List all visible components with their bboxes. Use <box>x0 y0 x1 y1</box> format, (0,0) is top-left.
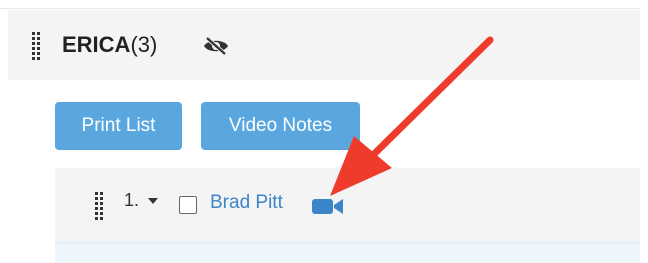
item-number: 1. <box>124 190 140 210</box>
item-checkbox[interactable] <box>179 196 197 214</box>
eye-slash-icon[interactable] <box>202 36 230 56</box>
video-notes-button[interactable]: Video Notes <box>201 102 360 150</box>
video-camera-icon[interactable] <box>311 195 345 217</box>
group-count: (3) <box>130 32 158 57</box>
group-name: ERICA <box>62 32 131 57</box>
list-item: 1. Brad Pitt <box>55 168 640 244</box>
drag-handle-icon[interactable] <box>95 192 103 220</box>
item-name-link[interactable]: Brad Pitt <box>210 192 283 214</box>
list-item-next <box>55 244 640 263</box>
top-divider <box>0 0 640 9</box>
drag-handle-icon[interactable] <box>32 32 40 60</box>
caret-down-icon[interactable] <box>148 198 158 204</box>
group-title: ERICA(3) <box>62 28 157 62</box>
print-list-button[interactable]: Print List <box>55 102 182 150</box>
group-header: ERICA(3) <box>8 10 640 80</box>
